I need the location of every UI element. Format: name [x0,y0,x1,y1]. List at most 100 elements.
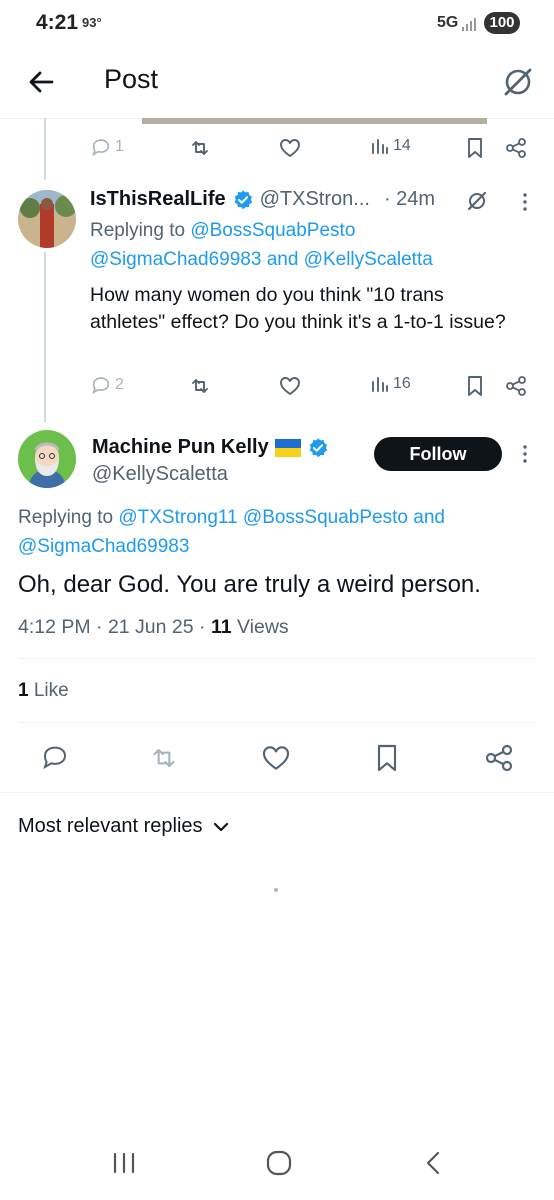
home-button[interactable] [264,1148,294,1183]
post-text: How many women do you think "10 trans at… [90,284,506,333]
mention-link[interactable]: @KellyScaletta [304,249,433,270]
retweet-icon [153,748,175,768]
mention-link[interactable]: @TXStrong11 [118,507,237,528]
main-author-row: Machine Pun Kelly [92,436,329,459]
follow-button[interactable]: Follow [374,437,502,471]
likes-summary[interactable]: 1 Like [18,680,69,702]
page-title: Post [104,64,159,94]
loading-indicator [274,888,278,892]
verified-icon [234,189,252,209]
reply-button[interactable]: 2 [90,374,124,396]
battery-indicator: 100 [484,12,520,34]
share-button[interactable] [504,374,528,398]
views-button[interactable]: 14 [370,136,411,156]
share-button[interactable] [504,136,528,160]
top-bar: Post [0,48,554,119]
section-divider [0,792,554,793]
home-icon [266,1150,292,1176]
and-label: and [413,507,445,528]
previous-post-media-edge [142,118,487,124]
replying-to-label: Replying to [90,220,186,241]
views-label: Views [237,616,289,638]
divider [18,722,536,723]
status-time: 4:21 [36,11,79,34]
previous-post-actions: 1 14 [90,136,530,166]
retweet-button[interactable] [188,136,212,160]
replies-sort-label: Most relevant replies [18,815,203,837]
main-post-actions [18,740,536,776]
replying-to-label: Replying to [18,507,114,528]
mention-link[interactable]: @SigmaChad69983 [90,249,261,270]
author-handle[interactable]: @TXStron... [260,188,370,211]
reply-author-row: IsThisRealLife @TXStron... · 24m [90,188,435,211]
ukraine-flag-icon [274,438,301,457]
more-icon [523,193,527,211]
bookmark-button[interactable] [464,136,486,160]
status-network: 5G [437,14,459,31]
share-button[interactable] [483,742,515,779]
recent-apps-button[interactable] [110,1150,138,1181]
like-button[interactable] [260,742,292,779]
more-icon [523,445,527,463]
retweet-button[interactable] [148,742,180,779]
share-icon [485,744,513,772]
chevron-down-icon [213,822,228,831]
reply-count: 1 [115,138,124,155]
views-button[interactable]: 16 [370,374,411,394]
bookmark-button[interactable] [464,374,486,398]
share-icon [506,376,526,396]
like-icon [280,377,300,395]
replying-to: Replying to @BossSquabPesto @SigmaChad69… [90,216,530,274]
divider [18,658,536,659]
mention-link[interactable]: @SigmaChad69983 [18,536,189,557]
like-icon [262,746,290,770]
post-text: Oh, dear God. You are truly a weird pers… [18,571,481,598]
grok-button[interactable] [464,188,490,214]
like-button[interactable] [278,136,302,160]
views-count: 16 [393,375,411,392]
more-options-button[interactable] [515,190,535,214]
author-handle[interactable]: @KellyScaletta [92,463,228,486]
avatar[interactable] [18,430,76,488]
retweet-icon [192,141,208,155]
retweet-icon [192,379,208,393]
mention-link[interactable]: @BossSquabPesto [190,220,355,241]
share-icon [506,138,526,158]
system-back-button[interactable] [420,1148,448,1183]
reply-button[interactable]: 1 [90,136,124,158]
replying-to: Replying to @TXStrong11 @BossSquabPesto … [18,503,538,561]
back-arrow-icon [29,71,54,93]
like-icon [280,139,300,157]
more-options-button[interactable] [515,442,535,466]
thread-line [44,118,46,180]
replies-sort-dropdown[interactable]: Most relevant replies [18,815,229,838]
reply-post-actions: 2 16 [90,374,530,404]
reply-icon [43,746,67,770]
grok-button[interactable] [496,60,540,104]
post-time: · 24m [383,188,436,210]
bookmark-icon [468,138,482,158]
like-button[interactable] [278,374,302,398]
recent-apps-icon [113,1152,135,1174]
avatar-image [18,190,76,248]
avatar[interactable] [18,190,76,248]
status-temperature: 93° [82,15,102,30]
avatar-image [18,430,76,488]
back-button[interactable] [22,62,62,102]
author-name[interactable]: Machine Pun Kelly [92,436,269,459]
signal-icon [462,18,476,31]
reply-button[interactable] [40,742,70,777]
likes-count: 1 [18,680,29,701]
system-nav-bar [0,1130,554,1200]
mention-link[interactable]: @BossSquabPesto [243,507,408,528]
bookmark-icon [468,376,482,396]
author-name[interactable]: IsThisRealLife [90,188,226,211]
system-back-icon [426,1151,440,1175]
retweet-button[interactable] [188,374,212,398]
post-timestamp: 4:12 PM · 21 Jun 25 · 11 Views [18,616,289,639]
post-date[interactable]: 4:12 PM · 21 Jun 25 · [18,616,206,638]
likes-label: Like [33,680,69,701]
reply-count: 2 [115,376,124,393]
bookmark-button[interactable] [372,742,402,779]
reply-icon [92,377,110,395]
